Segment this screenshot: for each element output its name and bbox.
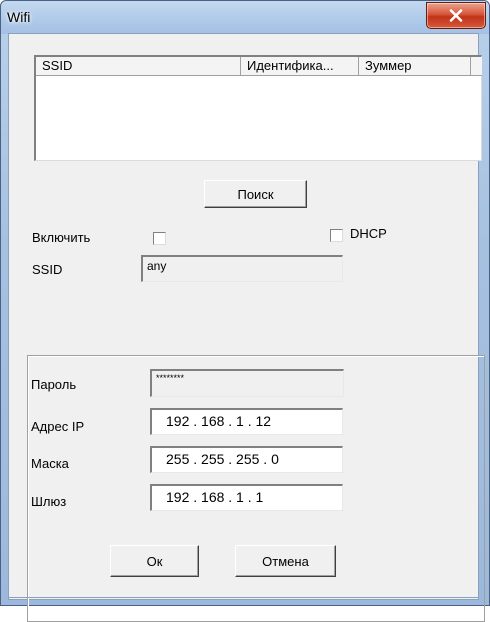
- dialog-client-area: SSID Идентифика... Зуммер Поиск Включить…: [8, 33, 485, 622]
- enable-checkbox[interactable]: [153, 232, 166, 245]
- column-header-identifier[interactable]: Идентифика...: [241, 57, 359, 76]
- window-title: Wifi: [7, 9, 31, 25]
- ssid-field[interactable]: any: [141, 255, 343, 282]
- ip-address-field[interactable]: 192 . 168 . 1 . 12: [150, 408, 343, 435]
- enable-label: Включить: [32, 230, 91, 245]
- title-bar[interactable]: Wifi: [1, 1, 489, 34]
- network-list[interactable]: SSID Идентифика... Зуммер: [34, 55, 482, 161]
- close-x-icon: [449, 9, 463, 22]
- mask-label: Маска: [31, 456, 69, 471]
- close-button[interactable]: [426, 2, 486, 29]
- window-bottom-edge: [8, 597, 479, 598]
- mask-field[interactable]: 255 . 255 . 255 . 0: [150, 446, 343, 473]
- search-button[interactable]: Поиск: [204, 180, 307, 208]
- column-header-ssid[interactable]: SSID: [36, 57, 241, 76]
- ok-button[interactable]: Ок: [110, 545, 199, 577]
- gateway-field[interactable]: 192 . 168 . 1 . 1: [150, 484, 343, 511]
- ip-address-label: Адрес IP: [31, 419, 85, 434]
- password-field[interactable]: ********: [150, 369, 344, 397]
- dhcp-label: DHCP: [350, 226, 387, 241]
- password-label: Пароль: [31, 377, 77, 392]
- dhcp-checkbox[interactable]: [330, 229, 343, 242]
- column-header-empty: [471, 57, 482, 76]
- column-header-buzzer[interactable]: Зуммер: [359, 57, 471, 76]
- cancel-button[interactable]: Отмена: [235, 545, 336, 577]
- ssid-label: SSID: [32, 262, 63, 277]
- gateway-label: Шлюз: [31, 494, 67, 509]
